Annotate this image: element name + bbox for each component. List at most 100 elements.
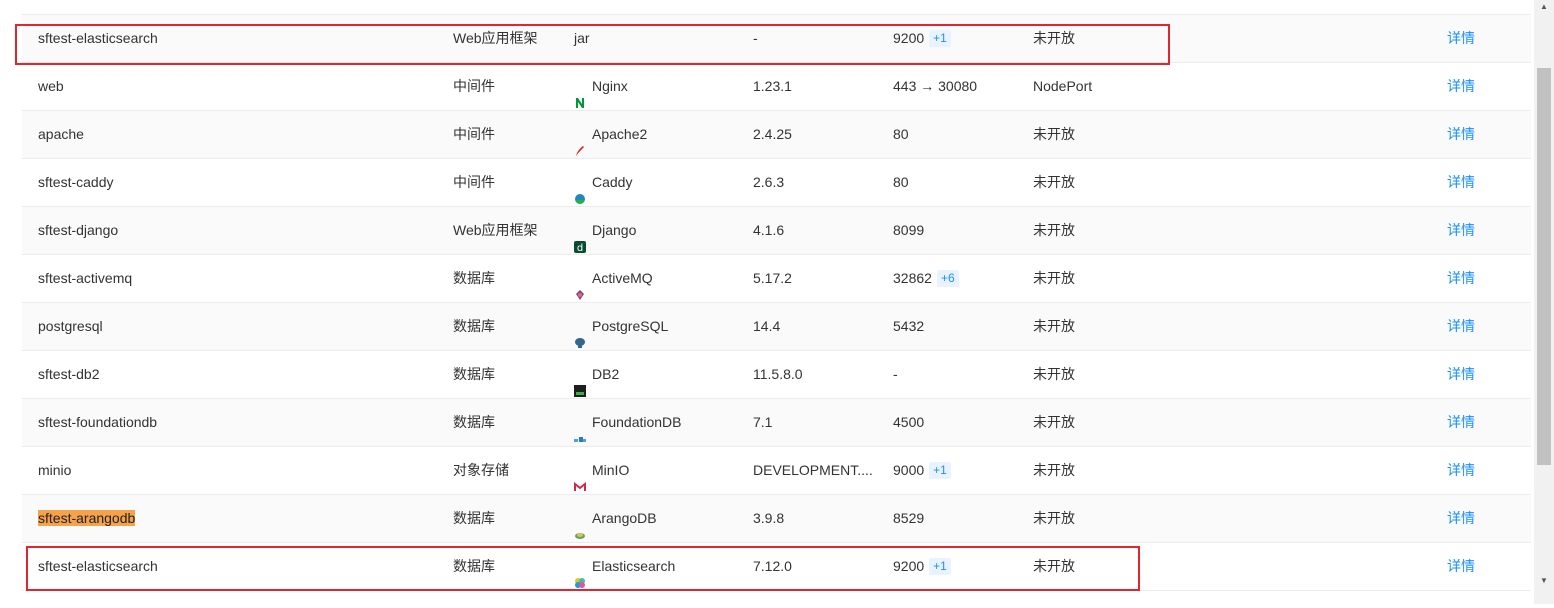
port-value: 32862 <box>893 270 932 286</box>
cell-service-name: sftest-caddy <box>38 159 113 206</box>
details-link[interactable]: 详情 <box>1447 399 1475 446</box>
details-link[interactable]: 详情 <box>1447 351 1475 398</box>
details-link[interactable]: 详情 <box>1447 111 1475 158</box>
cell-component: Nginx <box>574 63 628 110</box>
cell-exposure: 未开放 <box>1033 126 1075 142</box>
cell-exposure: 未开放 <box>1033 558 1075 574</box>
cell-component: PostgreSQL <box>574 303 668 350</box>
scrollbar-thumb[interactable] <box>1537 68 1551 465</box>
scroll-down-arrow-icon[interactable]: ▼ <box>1534 574 1554 588</box>
cell-service-type: 中间件 <box>453 78 495 94</box>
port-more-badge[interactable]: +1 <box>929 30 951 47</box>
cell-component: Caddy <box>574 159 632 206</box>
cell-version: 14.4 <box>753 318 781 334</box>
cell-service-type: Web应用框架 <box>453 222 538 238</box>
cell-service-type: 对象存储 <box>453 462 509 478</box>
table-row: web 中间件 Nginx 1.23.1 443 → 30080 NodePor… <box>22 63 1531 111</box>
table-row: apache 中间件 Apache2 2.4.25 80 未开放 详情 <box>22 111 1531 159</box>
table-row: sftest-activemq 数据库 ActiveMQ 5.17.2 3286… <box>22 255 1531 303</box>
cell-version: 2.6.3 <box>753 174 785 190</box>
service-name-text: sftest-activemq <box>38 270 133 286</box>
cell-port: 5432 <box>893 303 924 350</box>
cell-service-name: sftest-db2 <box>38 351 99 398</box>
cell-exposure: 未开放 <box>1033 222 1075 238</box>
service-name-text: sftest-elasticsearch <box>38 558 158 574</box>
cell-component: Elasticsearch <box>574 543 675 590</box>
port-value: - <box>893 366 898 382</box>
cell-port: - <box>893 351 898 398</box>
cell-port: 80 <box>893 111 909 158</box>
cell-service-name: minio <box>38 447 71 494</box>
details-link[interactable]: 详情 <box>1447 543 1475 590</box>
table-row: postgresql 数据库 PostgreSQL 14.4 5432 未开放 … <box>22 303 1531 351</box>
cell-port: 80 <box>893 159 909 206</box>
component-name: ActiveMQ <box>592 270 653 286</box>
details-link[interactable]: 详情 <box>1447 495 1475 542</box>
cell-service-type: 数据库 <box>453 558 495 574</box>
cell-service-type: 数据库 <box>453 510 495 526</box>
cell-version: DEVELOPMENT.... <box>753 462 873 478</box>
service-name-text: sftest-caddy <box>38 174 114 190</box>
cell-component: Apache2 <box>574 111 647 158</box>
service-name-text: sftest-foundationdb <box>38 414 158 430</box>
cell-port: 4500 <box>893 399 924 446</box>
apache-feather-icon <box>574 129 586 156</box>
port-value: 80 <box>893 126 909 142</box>
cell-port: 9000 +1 <box>893 447 951 494</box>
minio-icon <box>574 465 586 491</box>
cell-service-type: 中间件 <box>453 174 495 190</box>
port-value: 9200 <box>893 30 925 46</box>
component-name: MinIO <box>592 462 630 478</box>
arangodb-icon <box>574 513 586 539</box>
cell-service-type: 数据库 <box>453 270 495 286</box>
cell-version: 1.23.1 <box>753 78 792 94</box>
port-value: 4500 <box>893 414 925 430</box>
details-link[interactable]: 详情 <box>1447 15 1475 62</box>
details-link[interactable]: 详情 <box>1447 207 1475 254</box>
foundationdb-icon <box>574 417 586 442</box>
details-link[interactable]: 详情 <box>1447 303 1475 350</box>
activemq-icon <box>574 273 586 300</box>
cell-component: ArangoDB <box>574 495 657 542</box>
cell-service-name: apache <box>38 111 84 158</box>
cell-port: 32862 +6 <box>893 255 959 302</box>
cell-port: 443 → 30080 <box>893 63 977 110</box>
vertical-scrollbar[interactable]: ▲ ▼ <box>1534 0 1554 604</box>
details-link[interactable]: 详情 <box>1447 159 1475 206</box>
port-more-badge[interactable]: +6 <box>936 270 959 287</box>
port-value: 443 → 30080 <box>893 78 978 94</box>
cell-exposure: 未开放 <box>1033 30 1075 46</box>
cell-service-name: sftest-django <box>38 207 118 254</box>
cell-component: jar <box>574 15 590 62</box>
details-link[interactable]: 详情 <box>1447 255 1475 302</box>
cell-component: FoundationDB <box>574 399 682 446</box>
cell-version: 5.17.2 <box>753 270 792 286</box>
cell-component: d Django <box>574 207 636 254</box>
service-name-text: apache <box>38 126 84 142</box>
port-more-badge[interactable]: +1 <box>929 558 951 575</box>
elasticsearch-icon <box>574 561 586 588</box>
cell-port: 8099 <box>893 207 924 254</box>
component-name: DB2 <box>592 366 620 382</box>
cell-service-type: Web应用框架 <box>453 30 538 46</box>
cell-service-name: postgresql <box>38 303 103 350</box>
cell-port: 8529 <box>893 495 924 542</box>
component-name: Elasticsearch <box>592 558 676 574</box>
cell-service-name: sftest-elasticsearch <box>38 543 158 590</box>
service-name-text: sftest-django <box>38 222 119 238</box>
details-link[interactable]: 详情 <box>1447 447 1475 494</box>
cell-service-name: sftest-activemq <box>38 255 132 302</box>
table-row: sftest-django Web应用框架 d Django 4.1.6 8099… <box>22 207 1531 255</box>
table-row: sftest-arangodb 数据库 ArangoDB 3.9.8 8529 … <box>22 495 1531 543</box>
port-more-badge[interactable]: +1 <box>929 462 951 479</box>
port-value: 9000 <box>893 462 925 478</box>
highlighted-search-match: sftest-arangodb <box>38 510 136 526</box>
cell-version: 11.5.8.0 <box>753 366 803 382</box>
scroll-up-arrow-icon[interactable]: ▲ <box>1534 0 1554 14</box>
cell-port: 9200 +1 <box>893 543 951 590</box>
cell-exposure: 未开放 <box>1033 174 1075 190</box>
cell-port: 9200 +1 <box>893 15 951 62</box>
cell-service-type: 数据库 <box>453 318 495 334</box>
details-link[interactable]: 详情 <box>1447 63 1475 110</box>
cell-service-name: web <box>38 63 64 110</box>
